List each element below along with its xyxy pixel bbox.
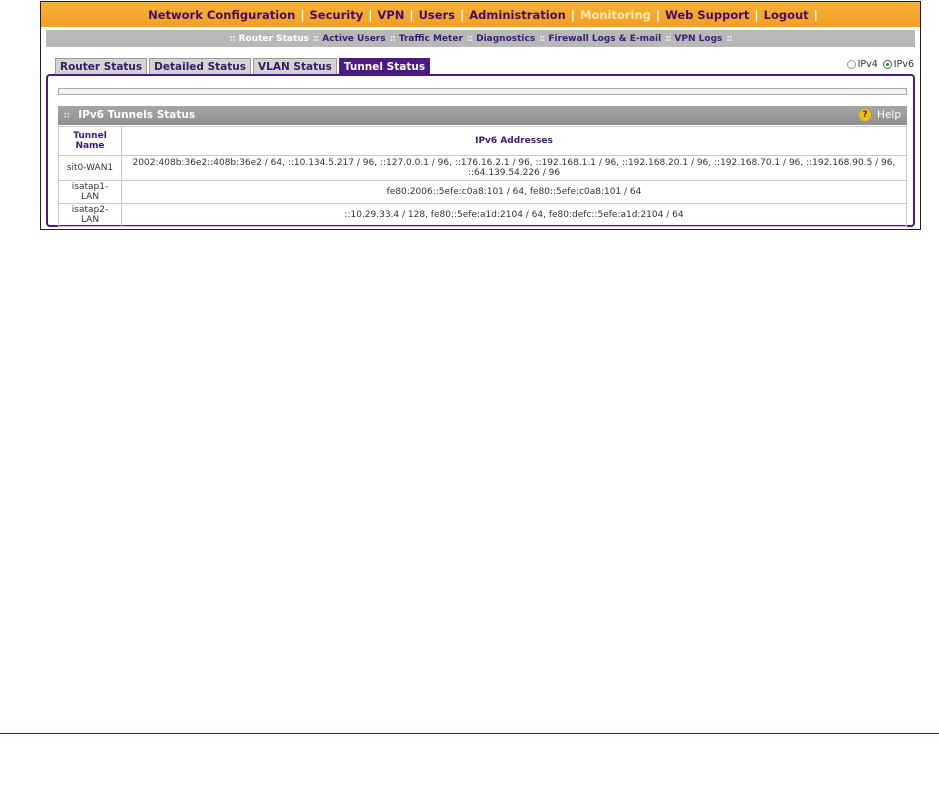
subnav-separator: :: — [665, 33, 671, 44]
ipv6-addresses-cell: ::10.29.33.4 / 128, fe80::5efe:a1d:2104 … — [121, 203, 907, 227]
top-navigation: Network Configuration | Security | VPN |… — [41, 2, 920, 27]
table-row: isatap1-LAN fe80:2006::5efe:c0a8:101 / 6… — [58, 180, 907, 204]
nav-users[interactable]: Users — [414, 8, 461, 22]
tab-detailed-status[interactable]: Detailed Status — [149, 58, 252, 75]
tab-router-status[interactable]: Router Status — [55, 58, 148, 75]
subnav-separator: :: — [466, 33, 473, 44]
subnav-separator: :: — [726, 33, 732, 44]
nav-separator: | — [813, 7, 818, 22]
table-header-row: Tunnel Name IPv6 Addresses — [58, 126, 907, 156]
ip-version-selector: IPv4 IPv6 — [846, 59, 914, 70]
nav-web-support[interactable]: Web Support — [660, 8, 754, 22]
subnav-active-users[interactable]: Active Users — [322, 34, 385, 44]
subnav-separator: :: — [389, 33, 396, 44]
router-admin-frame: Network Configuration | Security | VPN |… — [40, 1, 921, 230]
table-row: isatap2-LAN ::10.29.33.4 / 128, fe80::5e… — [58, 203, 907, 227]
tab-content-panel: ∷ IPv6 Tunnels Status ? Help Tunnel Name … — [46, 74, 915, 227]
subnav-vpn-logs[interactable]: VPN Logs — [674, 34, 722, 44]
subnav-separator: :: — [313, 33, 319, 44]
tunnel-name-cell: isatap1-LAN — [58, 180, 122, 204]
tab-vlan-status[interactable]: VLAN Status — [253, 58, 337, 75]
ipv6-radio[interactable] — [882, 60, 892, 69]
tab-tunnel-status[interactable]: Tunnel Status — [338, 58, 431, 75]
ipv6-addresses-cell: 2002:408b:36e2::408b:36e2 / 64, ::10.134… — [121, 155, 907, 181]
nav-network-configuration[interactable]: Network Configuration — [143, 8, 300, 22]
sub-navigation: :: Router Status :: Active Users :: Traf… — [46, 30, 915, 47]
help-icon: ? — [859, 109, 872, 121]
subnav-firewall-logs[interactable]: Firewall Logs & E-mail — [548, 34, 661, 44]
help-link[interactable]: ? Help — [859, 106, 901, 125]
page-divider — [0, 733, 939, 734]
subnav-diagnostics[interactable]: Diagnostics — [476, 34, 535, 44]
status-tabs: Router Status Detailed Status VLAN Statu… — [55, 58, 431, 75]
subnav-separator: :: — [539, 33, 545, 44]
nav-administration[interactable]: Administration — [464, 8, 571, 22]
nav-logout[interactable]: Logout — [759, 8, 814, 22]
panel-header: ∷ IPv6 Tunnels Status ? Help — [58, 106, 907, 125]
col-tunnel-name: Tunnel Name — [58, 126, 122, 156]
help-label: Help — [877, 109, 901, 121]
ipv4-radio[interactable] — [846, 60, 856, 69]
tunnel-name-cell: sit0-WAN1 — [58, 155, 122, 181]
subnav-separator: :: — [229, 33, 235, 44]
ipv4-label: IPv4 — [857, 59, 878, 70]
subnav-router-status[interactable]: Router Status — [239, 34, 309, 44]
ipv6-label: IPv6 — [893, 59, 914, 70]
ipv6-tunnels-table: Tunnel Name IPv6 Addresses sit0-WAN1 200… — [58, 126, 907, 227]
status-bar — [58, 88, 907, 95]
panel-title: IPv6 Tunnels Status — [78, 109, 196, 121]
col-ipv6-addresses: IPv6 Addresses — [121, 126, 907, 156]
subnav-traffic-meter[interactable]: Traffic Meter — [399, 34, 463, 44]
table-row: sit0-WAN1 2002:408b:36e2::408b:36e2 / 64… — [58, 155, 907, 181]
ipv6-addresses-cell: fe80:2006::5efe:c0a8:101 / 64, fe80::5ef… — [121, 180, 907, 204]
nav-security[interactable]: Security — [305, 8, 369, 22]
tunnel-name-cell: isatap2-LAN — [58, 203, 122, 227]
nav-monitoring[interactable]: Monitoring — [575, 8, 656, 22]
nav-vpn[interactable]: VPN — [372, 8, 409, 22]
grip-icon: ∷ — [64, 111, 70, 120]
